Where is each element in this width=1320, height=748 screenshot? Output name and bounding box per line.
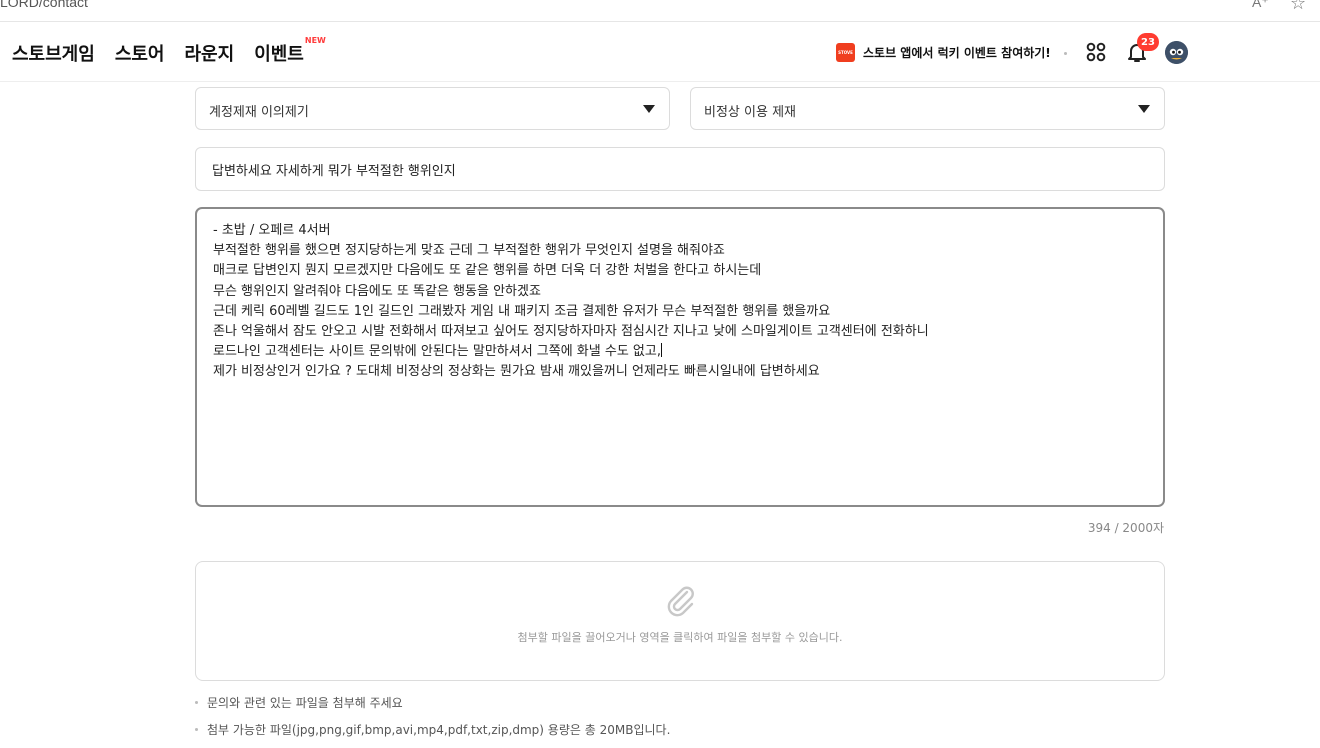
menu-lounge[interactable]: 라운지 <box>185 40 235 66</box>
body-line-with-caret: 로드나인 고객센터는 사이트 문의밖에 안된다는 말만하셔서 그쪽에 화낼 수도… <box>213 342 1147 362</box>
body-line: 매크로 답변인지 뭔지 모르겠지만 다음에도 또 같은 행위를 하면 더욱 더 … <box>213 263 762 279</box>
chevron-down-icon <box>1138 105 1150 113</box>
address-url[interactable]: LORD/contact <box>0 0 88 10</box>
chevron-down-icon <box>643 105 655 113</box>
profile-avatar-icon[interactable] <box>1165 41 1188 64</box>
promo-text: 스토브 앱에서 럭키 이벤트 참여하기! <box>863 46 1051 60</box>
menu-stove-game[interactable]: 스토브게임 <box>12 40 95 66</box>
notification-count-badge: 23 <box>1137 33 1159 51</box>
body-line: 존나 억울해서 잠도 안오고 시발 전화해서 따져보고 싶어도 정지당하자마자 … <box>213 324 929 340</box>
category-secondary-select[interactable]: 비정상 이용 제재 <box>690 87 1165 130</box>
inquiry-body-textarea[interactable]: - 초밥 / 오페르 4서버 부적절한 행위를 했으면 정지당하는게 맞죠 근데… <box>195 207 1165 507</box>
global-nav-bar: 스토브게임 스토어 라운지 이벤트 NEW STOVE 스토브 앱에서 럭키 이… <box>0 22 1320 82</box>
new-badge: NEW <box>304 36 326 45</box>
body-line-text: 로드나인 고객센터는 사이트 문의밖에 안된다는 말만하셔서 그쪽에 화낼 수도… <box>213 344 661 360</box>
menu-store[interactable]: 스토어 <box>115 40 165 66</box>
body-line: 부적절한 행위를 했으면 정지당하는게 맞죠 근데 그 부적절한 행위가 무엇인… <box>213 243 725 259</box>
text-cursor <box>660 343 662 358</box>
body-line: 근데 케릭 60레벨 길드도 1인 길드인 그래봤자 게임 내 패키지 조금 결… <box>213 303 831 319</box>
body-line: - 초밥 / 오페르 4서버 <box>213 223 331 238</box>
browser-address-bar[interactable]: LORD/contact A⁺ ☆ <box>0 0 1320 22</box>
char-counter: 394 / 2000자 <box>1087 521 1164 535</box>
separator-dot <box>1064 52 1067 55</box>
note-item: 문의와 관련 있는 파일을 첨부해 주세요 <box>195 694 670 711</box>
inquiry-title-input[interactable] <box>195 147 1165 191</box>
category-primary-select[interactable]: 계정제재 이의제기 <box>195 87 670 130</box>
paperclip-icon <box>667 586 694 617</box>
menu-event[interactable]: 이벤트 NEW <box>254 36 326 66</box>
grid-apps-icon[interactable] <box>1086 42 1106 62</box>
file-attach-dropzone[interactable]: 첨부할 파일을 끌어오거나 영역을 클릭하여 파일을 첨부할 수 있습니다. <box>195 561 1165 681</box>
menu-event-label: 이벤트 <box>254 44 304 65</box>
body-line: 무슨 행위인지 알려줘야 다음에도 또 똑같은 행동을 안하겠죠 <box>213 283 541 299</box>
body-line: 제가 비정상인거 인가요 ? 도대체 비정상의 정상화는 뭔가요 밤새 깨있을꺼… <box>213 364 820 380</box>
stove-logo-icon: STOVE <box>836 43 855 62</box>
note-item: 첨부 가능한 파일(jpg,png,gif,bmp,avi,mp4,pdf,tx… <box>195 721 670 738</box>
reader-mode-icon[interactable]: A⁺ <box>1252 0 1269 11</box>
category-primary-value: 계정제재 이의제기 <box>209 105 309 120</box>
app-event-promo-link[interactable]: STOVE 스토브 앱에서 럭키 이벤트 참여하기! <box>836 43 1051 62</box>
favorite-star-icon[interactable]: ☆ <box>1290 0 1306 14</box>
attach-hint: 첨부할 파일을 끌어오거나 영역을 클릭하여 파일을 첨부할 수 있습니다. <box>517 631 843 644</box>
category-secondary-value: 비정상 이용 제재 <box>704 105 796 120</box>
attach-notes: 문의와 관련 있는 파일을 첨부해 주세요 첨부 가능한 파일(jpg,png,… <box>195 694 670 748</box>
main-menu: 스토브게임 스토어 라운지 이벤트 NEW <box>12 36 326 66</box>
